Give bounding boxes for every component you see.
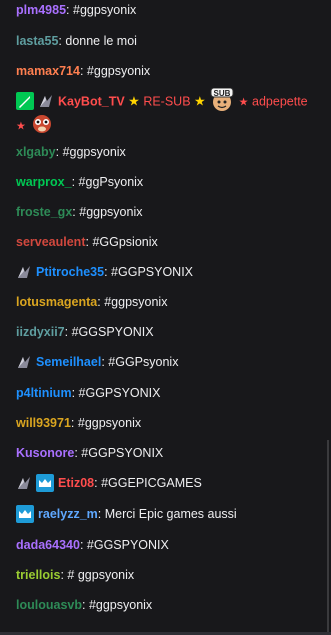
chat-text: #GGPSYONIX — [75, 386, 161, 400]
moderator-icon[interactable] — [16, 92, 34, 110]
chat-text: #GGEPICGAMES — [97, 476, 202, 490]
prime-glitch-icon[interactable] — [16, 263, 32, 281]
chat-username[interactable]: dada64340 — [16, 538, 80, 552]
chat-text: #GGPSYONIX — [77, 446, 164, 460]
prime-glitch-icon[interactable] — [16, 474, 32, 492]
chat-message: raelyzz_m: Merci Epic games aussi — [16, 504, 319, 524]
chat-text: #ggpsyonix — [85, 598, 153, 612]
chat-text: #ggpsyonix — [75, 205, 143, 219]
prime-glitch-icon[interactable] — [16, 353, 32, 371]
chat-text: #ggpsyonix — [100, 295, 168, 309]
star-icon: ★ — [238, 96, 249, 109]
prime-glitch-icon[interactable] — [38, 92, 54, 110]
resub-label: RE-SUB — [143, 94, 191, 109]
chat-message-list: plm4985: #ggpsyonix lasta55: donne le mo… — [0, 0, 325, 635]
chat-username[interactable]: warprox_ — [16, 175, 72, 189]
crown-icon[interactable] — [16, 504, 34, 523]
chat-text: #GGpsionix — [88, 235, 158, 249]
chat-username[interactable]: mamax714 — [16, 64, 80, 78]
chat-username[interactable]: KayBot_TV — [58, 94, 125, 108]
chat-username[interactable]: serveaulent — [16, 235, 85, 249]
chat-text: donne le moi — [61, 34, 137, 48]
chat-message: warprox_: #ggPsyonix — [16, 172, 319, 192]
star-icon: ★ — [16, 120, 26, 133]
chat-message: p4ltinium: #GGPSYONIX — [16, 383, 319, 403]
chat-username[interactable]: xlgaby — [16, 145, 56, 159]
chat-message: Etiz08: #GGEPICGAMES — [16, 473, 319, 493]
star-icon: ★ — [194, 93, 206, 109]
chat-text: #GGSPYONIX — [68, 325, 154, 339]
chat-message: Kusonore: #GGPSYONIX — [16, 443, 319, 463]
chat-username[interactable]: iizdyxii7 — [16, 325, 65, 339]
chat-message: will93971: #ggpsyonix — [16, 413, 319, 433]
sub-emote-icon: SUB — [209, 87, 235, 112]
chat-text: #ggpsyonix — [74, 416, 142, 430]
chat-username[interactable]: froste_gx — [16, 205, 72, 219]
chat-message: lasta55: donne le moi — [16, 31, 319, 51]
chat-username[interactable]: p4ltinium — [16, 386, 72, 400]
chat-message: lotusmagenta: #ggpsyonix — [16, 292, 319, 312]
chat-message: Ptitroche35: #GGPSYONIX — [16, 262, 319, 282]
chat-text: #GGPSYONIX — [107, 265, 194, 279]
chat-message: triellois: # ggpsyonix — [16, 565, 319, 585]
chat-username[interactable]: loulouasvb — [16, 598, 82, 612]
chat-username[interactable]: triellois — [16, 568, 60, 582]
star-icon: ★ — [128, 93, 140, 109]
chat-message: loulouasvb: #ggpsyonix — [16, 595, 319, 615]
crown-icon[interactable] — [36, 473, 54, 492]
chat-message: iizdyxii7: #GGSPYONIX — [16, 322, 319, 342]
blob-emote-icon — [29, 112, 55, 136]
chat-text: #GGPsyonix — [104, 355, 179, 369]
chat-username[interactable]: Semeilhael — [36, 355, 101, 369]
chat-message-resub: KayBot_TV ★ RE-SUB ★ SUB ★ adpepette ★ — [16, 87, 319, 138]
chat-username[interactable]: Kusonore — [16, 446, 74, 460]
chat-username[interactable]: plm4985 — [16, 3, 66, 17]
chat-username[interactable]: will93971 — [16, 416, 71, 430]
chat-text: #ggpsyonix — [59, 145, 126, 159]
chat-message: mamax714: #ggpsyonix — [16, 61, 319, 81]
svg-text:SUB: SUB — [214, 89, 231, 98]
chat-message: plm4985: #ggpsyonix — [16, 0, 319, 20]
chat-text: #ggpsyonix — [83, 64, 151, 78]
chat-text: # ggpsyonix — [63, 568, 135, 582]
chat-message: xlgaby: #ggpsyonix — [16, 142, 319, 162]
chat-scrollbar[interactable] — [327, 440, 329, 635]
chat-username[interactable]: lotusmagenta — [16, 295, 97, 309]
chat-text: Merci Epic games aussi — [101, 507, 237, 521]
chat-message: serveaulent: #GGpsionix — [16, 232, 319, 252]
chat-message: dada64340: #GGSPYONIX — [16, 535, 319, 555]
chat-text: #GGSPYONIX — [83, 538, 169, 552]
chat-text: #ggPsyonix — [75, 175, 144, 189]
chat-text: #ggpsyonix — [69, 3, 137, 17]
chat-username[interactable]: raelyzz_m — [38, 507, 98, 521]
chat-message: froste_gx: #ggpsyonix — [16, 202, 319, 222]
mention-text: adpepette — [252, 94, 308, 109]
chat-username[interactable]: Etiz08 — [58, 476, 94, 490]
chat-username[interactable]: lasta55 — [16, 34, 58, 48]
chat-username[interactable]: Ptitroche35 — [36, 265, 104, 279]
chat-message: Semeilhael: #GGPsyonix — [16, 352, 319, 372]
